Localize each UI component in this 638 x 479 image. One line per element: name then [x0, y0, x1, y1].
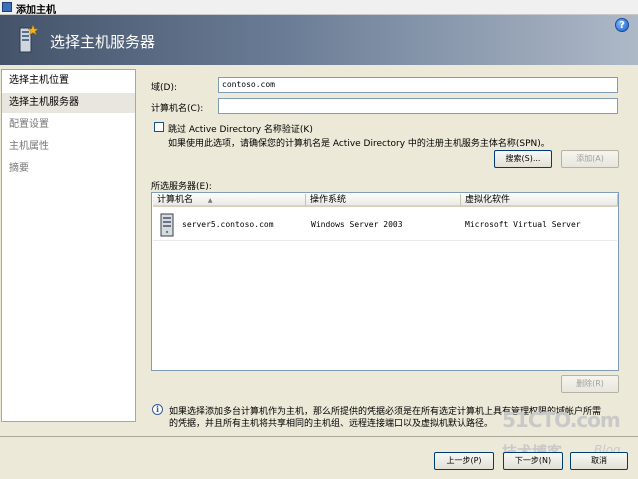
remove-button[interactable]: 删除(R) [561, 375, 619, 393]
next-button[interactable]: 下一步(N) [503, 452, 563, 470]
cell-virtualization: Microsoft Virtual Server [465, 220, 581, 229]
column-header-label: 计算机名 [157, 195, 194, 205]
computer-name-field[interactable] [218, 98, 618, 114]
column-header-computer-name[interactable]: 计算机名 ▲ [153, 194, 306, 207]
info-icon: i [152, 404, 163, 415]
column-header-virtualization[interactable]: 虚拟化软件 [461, 194, 618, 207]
search-button[interactable]: 搜索(S)... [494, 150, 552, 168]
wizard-steps: 选择主机位置 选择主机服务器 配置设置 主机属性 摘要 [1, 69, 136, 422]
window-title: 添加主机 [16, 5, 56, 16]
wizard-header: 选择主机服务器 ? [0, 15, 638, 65]
title-bar: 添加主机 [0, 0, 638, 16]
app-icon [2, 2, 12, 12]
selected-servers-label: 所选服务器(E): [151, 182, 212, 192]
cancel-button[interactable]: 取消 [570, 452, 628, 470]
domain-label: 域(D): [151, 83, 177, 93]
computer-name-label: 计算机名(C): [151, 104, 204, 114]
column-header-os[interactable]: 操作系统 [306, 194, 461, 207]
step-summary: 摘要 [9, 163, 29, 174]
step-configure-settings: 配置设置 [9, 119, 49, 130]
skip-ad-note: 如果使用此选项，请确保您的计算机名是 Active Directory 中的注册… [168, 139, 550, 149]
cell-os: Windows Server 2003 [311, 220, 403, 229]
server-icon [19, 24, 38, 53]
page-title: 选择主机服务器 [50, 33, 156, 51]
selected-servers-list[interactable]: 计算机名 ▲ 操作系统 虚拟化软件 server5.contoso.com Wi… [151, 192, 619, 371]
previous-button[interactable]: 上一步(P) [434, 452, 494, 470]
cell-computer-name: server5.contoso.com [182, 220, 274, 229]
table-row[interactable]: server5.contoso.com Windows Server 2003 … [153, 208, 617, 241]
skip-ad-checkbox[interactable] [154, 122, 164, 132]
step-select-host-server[interactable]: 选择主机服务器 [2, 93, 135, 113]
sort-ascending-icon: ▲ [207, 197, 213, 204]
main-panel: 域(D): contoso.com 计算机名(C): 跳过 Active Dir… [137, 66, 637, 436]
add-button[interactable]: 添加(A) [561, 150, 619, 168]
info-text-line-2: 的凭据，并且所有主机将共享相同的主机组、远程连接端口以及虚拟机默认路径。 [169, 419, 494, 429]
footer-divider [0, 436, 638, 437]
watermark-line-1: 51CTO.com [502, 408, 621, 432]
domain-field[interactable]: contoso.com [218, 77, 618, 93]
skip-ad-label[interactable]: 跳过 Active Directory 名称验证(K) [168, 122, 313, 135]
step-host-properties: 主机属性 [9, 141, 49, 152]
server-icon [160, 213, 174, 237]
help-icon[interactable]: ? [615, 18, 629, 32]
step-select-host-location[interactable]: 选择主机位置 [2, 71, 135, 91]
